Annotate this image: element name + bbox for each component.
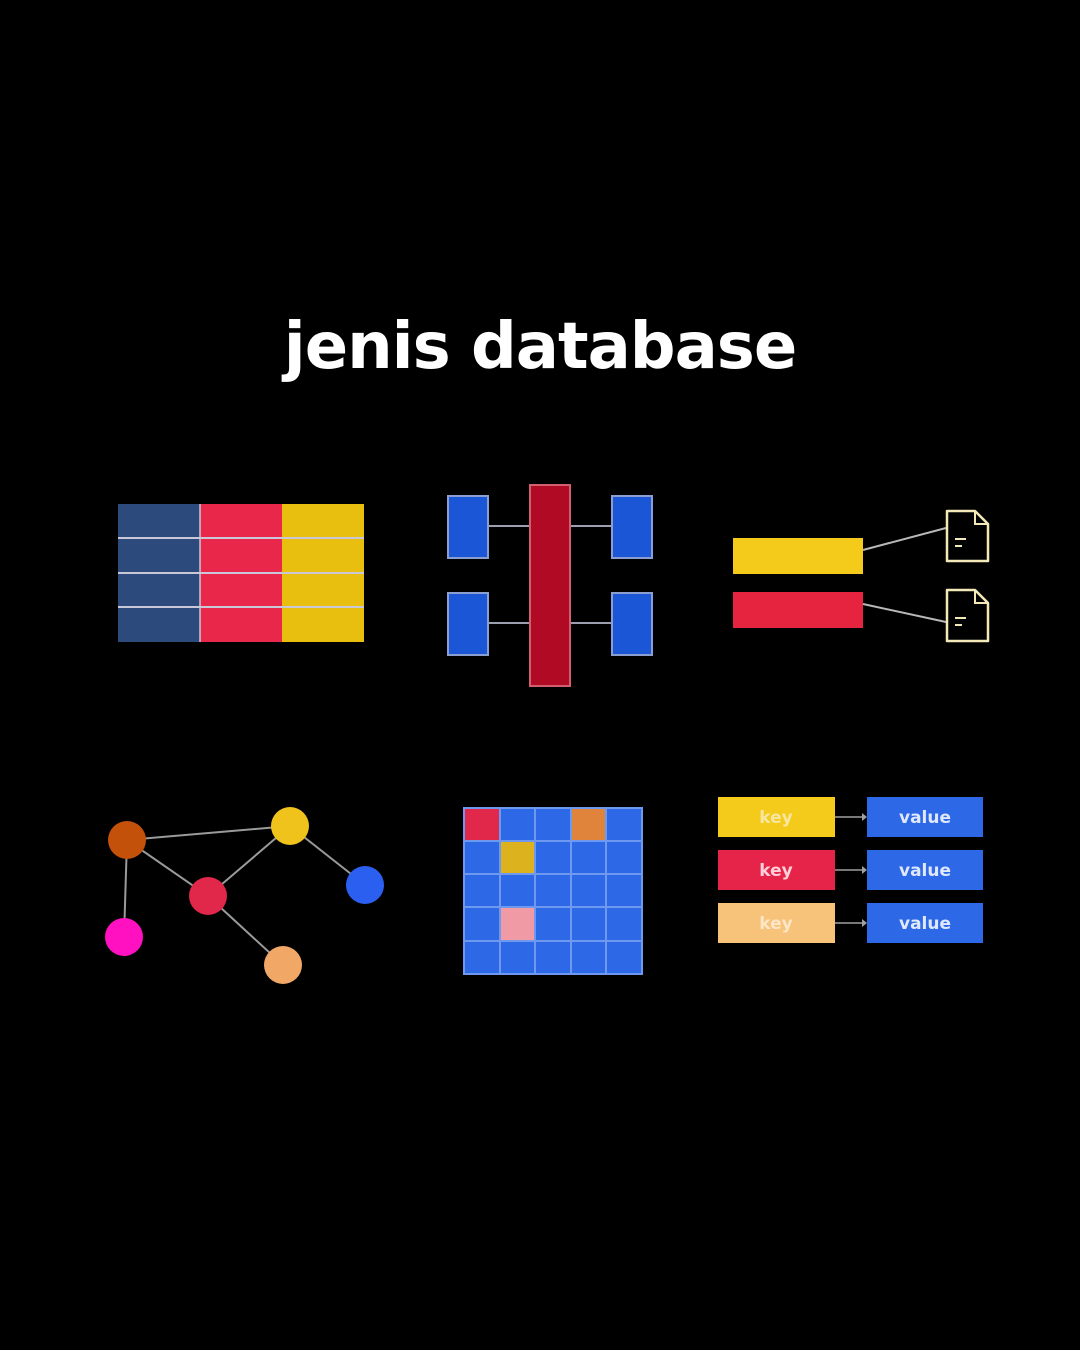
kv-row: key value [718,903,983,943]
value-label: value [899,808,951,828]
graph-diagram [105,807,384,984]
grid-cell [571,808,606,841]
document-bar [733,592,863,628]
kv-row: key value [718,850,983,890]
relational-table-diagram [118,504,364,642]
grid-cell [500,841,535,874]
database-types-diagram: key value key value key value [105,484,990,984]
grid-diagram [463,807,643,975]
graph-node [271,807,309,845]
graph-node [108,821,146,859]
graph-node [105,918,143,956]
document-icon [945,588,990,643]
graph-node [346,866,384,904]
graph-node [189,877,227,915]
graph-node [264,946,302,984]
document-bar [733,538,863,574]
kv-row: key value [718,797,983,837]
connector-line [862,527,947,551]
key-label: key [759,861,792,881]
side-block [447,495,489,559]
side-block [611,592,653,656]
grid-cell [464,808,500,841]
value-label: value [899,914,951,934]
wide-column-diagram [447,484,653,687]
document-icon [945,509,990,563]
key-label: key [759,808,792,828]
key-label: key [759,914,792,934]
side-block [447,592,489,656]
key-value-diagram: key value key value key value [718,797,983,943]
document-store-diagram [733,509,990,643]
side-block [611,495,653,559]
grid-cell [500,907,535,941]
connector-line [862,603,947,623]
central-column [529,484,571,687]
value-label: value [899,861,951,881]
graph-edge [126,825,291,841]
